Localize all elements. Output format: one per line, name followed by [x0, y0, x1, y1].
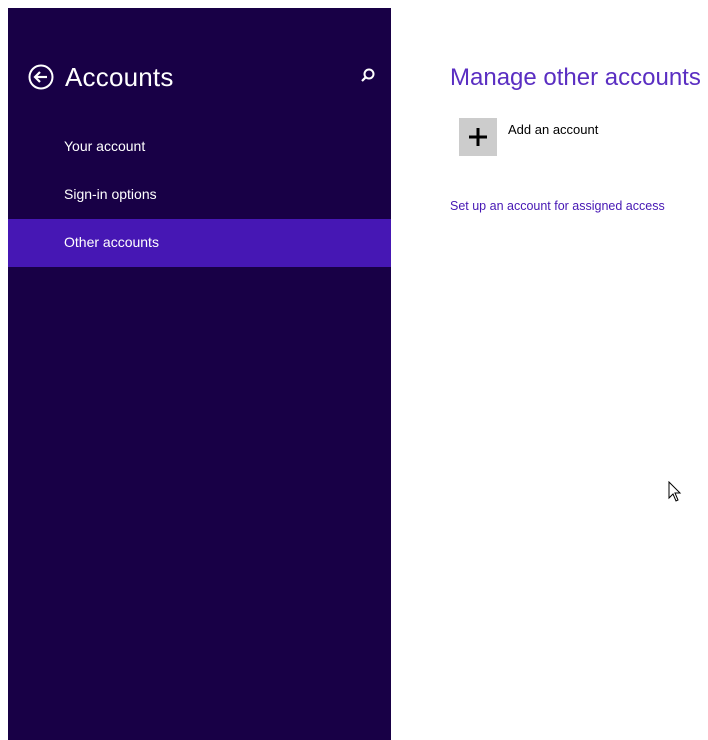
- sidebar-item-your-account[interactable]: Your account: [8, 123, 391, 171]
- sidebar-item-label: Sign-in options: [64, 186, 157, 202]
- sidebar-header: Accounts: [8, 60, 391, 100]
- add-account-tile[interactable]: [459, 118, 497, 156]
- add-account-label: Add an account: [508, 122, 599, 137]
- settings-page: Accounts Your account Sign-in options Ot…: [0, 0, 708, 740]
- sidebar-item-label: Other accounts: [64, 234, 159, 250]
- add-account-button[interactable]: Add an account: [459, 118, 679, 158]
- main-content: Manage other accounts Add an account Set…: [450, 0, 708, 740]
- sidebar: Accounts Your account Sign-in options Ot…: [8, 8, 391, 740]
- sidebar-item-label: Your account: [64, 138, 146, 154]
- plus-icon: [469, 128, 487, 146]
- mouse-pointer-icon: [668, 480, 682, 503]
- sidebar-nav: Your account Sign-in options Other accou…: [8, 123, 391, 267]
- assigned-access-link[interactable]: Set up an account for assigned access: [450, 198, 665, 214]
- sidebar-item-sign-in-options[interactable]: Sign-in options: [8, 171, 391, 219]
- search-icon[interactable]: [358, 66, 378, 86]
- page-title: Manage other accounts: [450, 64, 701, 91]
- sidebar-title: Accounts: [65, 62, 174, 92]
- sidebar-item-other-accounts[interactable]: Other accounts: [8, 219, 391, 267]
- back-arrow-icon[interactable]: [28, 64, 54, 90]
